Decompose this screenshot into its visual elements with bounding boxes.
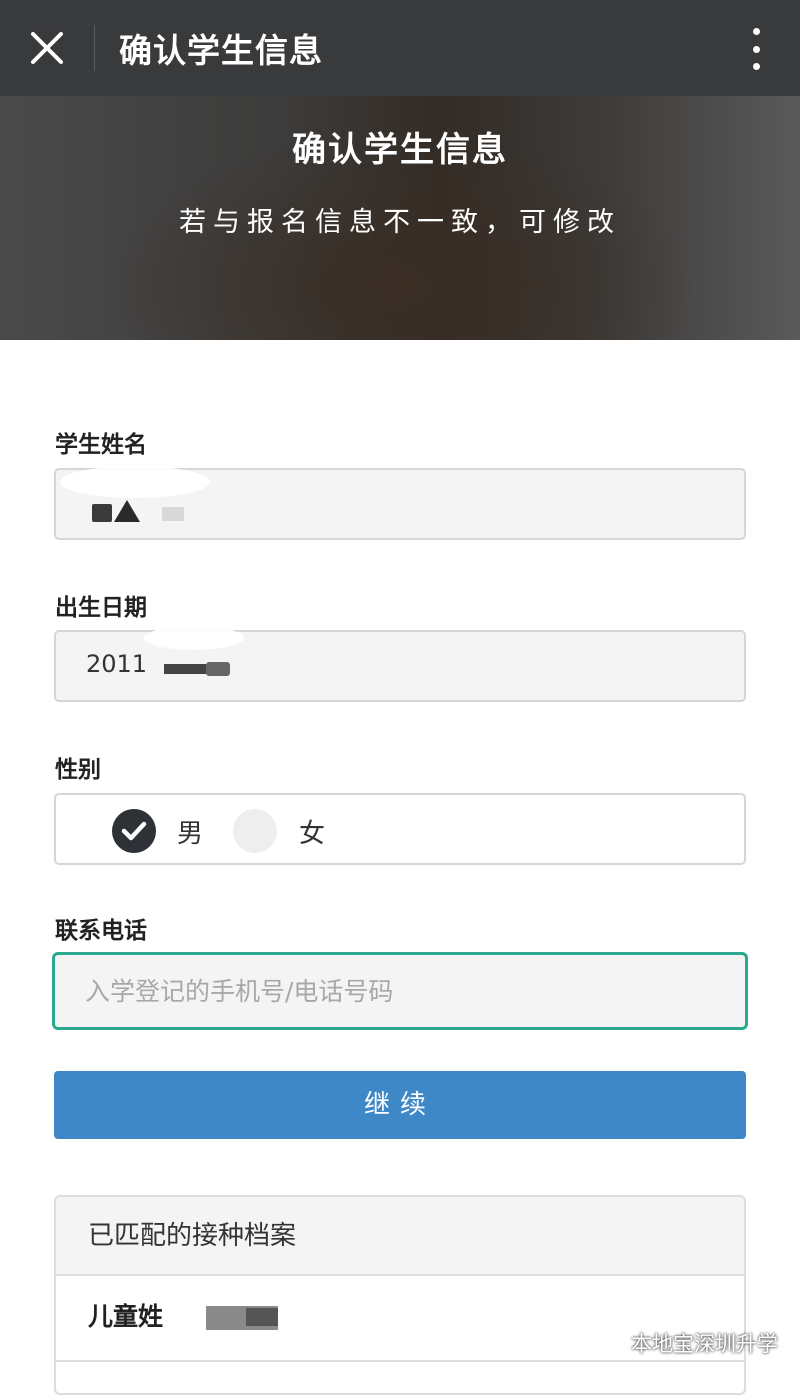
continue-button[interactable]: 继续 <box>54 1071 746 1139</box>
close-icon <box>31 32 63 64</box>
top-navigation-bar: 确认学生信息 <box>0 0 800 96</box>
student-name-field[interactable] <box>54 466 746 540</box>
gender-female-label: 女 <box>299 819 326 849</box>
more-dot <box>752 45 760 53</box>
more-dot <box>752 63 760 70</box>
topbar-divider <box>94 25 95 71</box>
gender-male-label: 男 <box>177 819 204 849</box>
wechat-official-account-icon <box>600 1335 623 1352</box>
phone-label: 联系电话 <box>55 918 147 944</box>
vaccine-record-panel: 已匹配的接种档案 儿童姓 <box>54 1195 746 1395</box>
birth-date-value: 2011 <box>86 650 148 678</box>
gender-radio-group: 男 女 <box>54 793 746 865</box>
watermark: 本地宝深圳升学 <box>599 1328 778 1358</box>
watermark-text: 本地宝深圳升学 <box>631 1332 778 1356</box>
more-menu-button[interactable] <box>748 28 764 70</box>
redacted-overlay <box>196 1288 286 1304</box>
gender-male-radio[interactable] <box>112 809 156 853</box>
student-name-label: 学生姓名 <box>55 432 147 458</box>
phone-input[interactable] <box>55 955 745 1027</box>
phone-field-wrapper <box>52 952 748 1030</box>
gender-label: 性别 <box>55 757 101 783</box>
page-title: 确认学生信息 <box>119 31 323 70</box>
gender-female-radio[interactable] <box>233 809 277 853</box>
close-button[interactable] <box>0 0 94 96</box>
redacted-child-name-part <box>246 1308 278 1326</box>
child-name-label: 儿童姓 <box>88 1302 164 1331</box>
banner-title: 确认学生信息 <box>292 130 508 170</box>
birth-date-label: 出生日期 <box>55 595 147 621</box>
check-icon <box>121 821 147 841</box>
vaccine-panel-header: 已匹配的接种档案 <box>56 1197 744 1276</box>
birth-date-field[interactable]: 2011 <box>54 626 746 702</box>
banner-subtitle: 若与报名信息不一致，可修改 <box>179 207 621 238</box>
more-dots-icon <box>752 28 760 35</box>
